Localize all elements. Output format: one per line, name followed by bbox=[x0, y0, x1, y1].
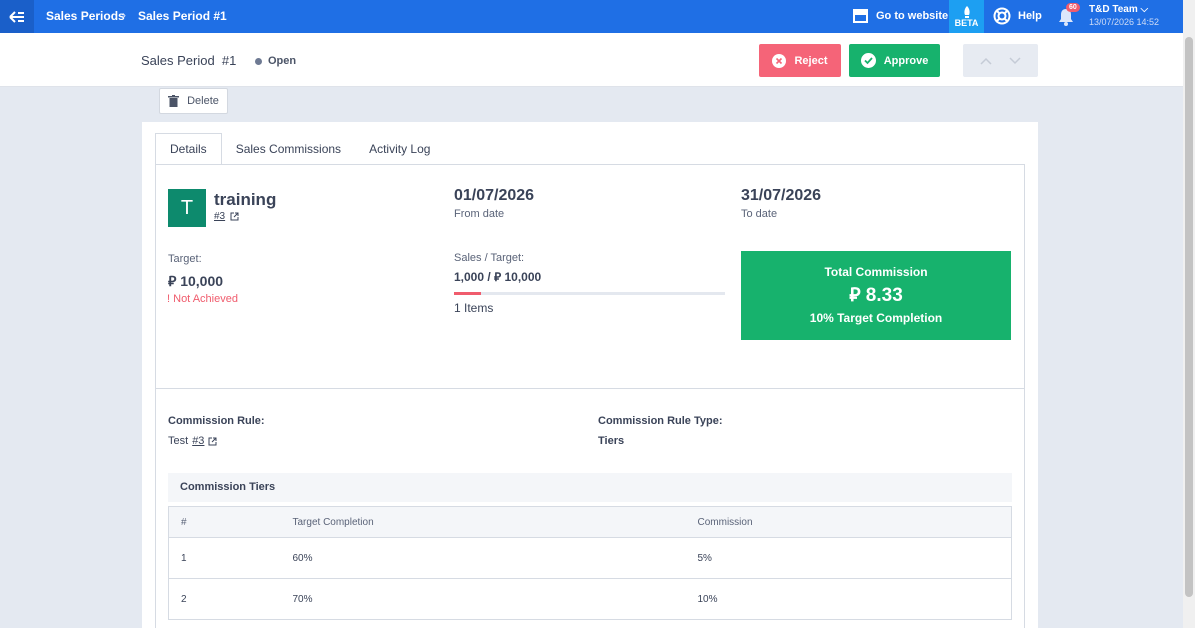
check-circle-icon bbox=[860, 53, 876, 68]
store-icon bbox=[853, 9, 868, 23]
chevron-right-icon: › bbox=[122, 8, 126, 22]
page-title: Sales Period #1 bbox=[141, 53, 237, 68]
table-row: 1 60% 5% bbox=[168, 537, 1012, 579]
breadcrumb-current: Sales Period #1 bbox=[138, 9, 227, 23]
section-divider bbox=[156, 388, 1024, 389]
beta-label: BETA bbox=[954, 17, 979, 28]
commission-rule-label: Commission Rule: bbox=[168, 415, 265, 427]
reject-x-icon bbox=[772, 53, 787, 68]
commission-rule-name: Test bbox=[168, 435, 189, 447]
user-name: T&D Team bbox=[1089, 4, 1138, 15]
to-date-value: 31/07/2026 bbox=[741, 187, 822, 204]
sales-target-value: 1,000 / ⃁ 10,000 bbox=[454, 270, 542, 284]
commission-rule-type-label: Commission Rule Type: bbox=[598, 415, 723, 427]
page-header: Sales Period #1 Open Reject Approve bbox=[0, 33, 1183, 87]
status-indicator: Open bbox=[255, 55, 296, 67]
target-value: ⃁ 10,000 bbox=[168, 273, 224, 289]
target-label: Target: bbox=[168, 253, 202, 265]
breadcrumb-sales-periods[interactable]: Sales Periods bbox=[46, 9, 125, 23]
from-date-value: 01/07/2026 bbox=[454, 187, 535, 204]
scrollbar-thumb[interactable] bbox=[1185, 37, 1193, 597]
go-to-website-link[interactable]: Go to website bbox=[852, 8, 948, 23]
table-header-row: # Target Completion Commission bbox=[168, 506, 1012, 538]
delete-label: Delete bbox=[187, 95, 219, 107]
reject-label: Reject bbox=[794, 54, 828, 67]
avatar: T bbox=[168, 189, 206, 227]
chevron-down-icon: ⌵ bbox=[1137, 4, 1149, 15]
lifebuoy-icon bbox=[993, 7, 1011, 25]
employee-name: training bbox=[214, 190, 277, 209]
trash-icon bbox=[168, 95, 180, 107]
table-cell: 10% bbox=[685, 578, 1012, 620]
help-label: Help bbox=[1018, 10, 1042, 22]
rocket-icon bbox=[963, 5, 970, 18]
commission-tiers-title: Commission Tiers bbox=[168, 473, 1012, 502]
sales-progress-bar bbox=[454, 292, 725, 295]
approve-button[interactable]: Approve bbox=[849, 44, 940, 77]
column-header-index: # bbox=[168, 506, 281, 538]
commission-rule-ref: #3 bbox=[192, 435, 205, 447]
target-status: ! Not Achieved bbox=[167, 293, 238, 305]
total-commission-value: ⃁ 8.33 bbox=[849, 285, 903, 306]
column-header-target-completion: Target Completion bbox=[280, 506, 686, 538]
table-cell: 70% bbox=[280, 578, 686, 620]
employee-ref: #3 bbox=[214, 211, 226, 222]
table-row: 2 70% 10% bbox=[168, 578, 1012, 620]
commission-rule-link[interactable]: Test #3 bbox=[168, 435, 217, 447]
external-link-icon bbox=[230, 212, 239, 221]
external-link-icon bbox=[208, 437, 217, 445]
reject-button[interactable]: Reject bbox=[759, 44, 841, 77]
status-label: Open bbox=[268, 55, 297, 67]
tab-details[interactable]: Details bbox=[155, 133, 222, 165]
sales-target-label: Sales / Target: bbox=[454, 252, 525, 264]
session-timestamp: 13/07/2026 14:52 bbox=[1089, 17, 1160, 27]
notification-count-badge: 60 bbox=[1066, 3, 1080, 12]
card-toolbar bbox=[142, 88, 1038, 122]
table-cell: 5% bbox=[685, 537, 1012, 579]
tab-activity-log[interactable]: Activity Log bbox=[355, 133, 444, 165]
commission-rule-type-value: Tiers bbox=[598, 435, 625, 447]
sales-progress-fill bbox=[454, 292, 482, 295]
table-cell: 60% bbox=[280, 537, 686, 579]
employee-ref-link[interactable]: #3 bbox=[214, 211, 239, 222]
table-cell: 1 bbox=[168, 537, 281, 579]
total-commission-box: Total Commission ⃁ 8.33 10% Target Compl… bbox=[741, 251, 1011, 340]
to-date-label: To date bbox=[741, 208, 778, 220]
status-dot-icon bbox=[255, 57, 262, 65]
delete-button[interactable]: Delete bbox=[159, 88, 228, 114]
top-bar: Sales Periods › Sales Period #1 Go to we… bbox=[0, 0, 1183, 33]
user-menu[interactable]: T&D Team ⌵ 13/07/2026 14:52 bbox=[1089, 3, 1159, 29]
tab-bar: Details Sales Commissions Activity Log bbox=[155, 133, 444, 165]
beta-button[interactable]: BETA bbox=[949, 0, 984, 33]
chevron-up-icon[interactable] bbox=[980, 57, 992, 65]
help-link[interactable]: Help bbox=[993, 7, 1042, 25]
record-navigation bbox=[963, 44, 1038, 77]
go-to-website-label: Go to website bbox=[876, 9, 949, 22]
chevron-down-icon[interactable] bbox=[1009, 56, 1021, 65]
back-arrow-icon bbox=[9, 10, 24, 23]
total-commission-label: Total Commission bbox=[824, 265, 928, 279]
commission-tiers-table: # Target Completion Commission 1 60% 5% … bbox=[168, 506, 1012, 620]
column-header-commission: Commission bbox=[685, 506, 1012, 538]
items-count: 1 Items bbox=[454, 301, 494, 315]
tab-sales-commissions[interactable]: Sales Commissions bbox=[222, 133, 355, 165]
target-completion-label: 10% Target Completion bbox=[809, 311, 943, 325]
table-cell: 2 bbox=[168, 578, 281, 620]
back-menu-button[interactable] bbox=[0, 0, 34, 33]
target-status-label: Not Achieved bbox=[173, 293, 238, 305]
from-date-label: From date bbox=[454, 208, 505, 220]
approve-label: Approve bbox=[883, 54, 929, 67]
